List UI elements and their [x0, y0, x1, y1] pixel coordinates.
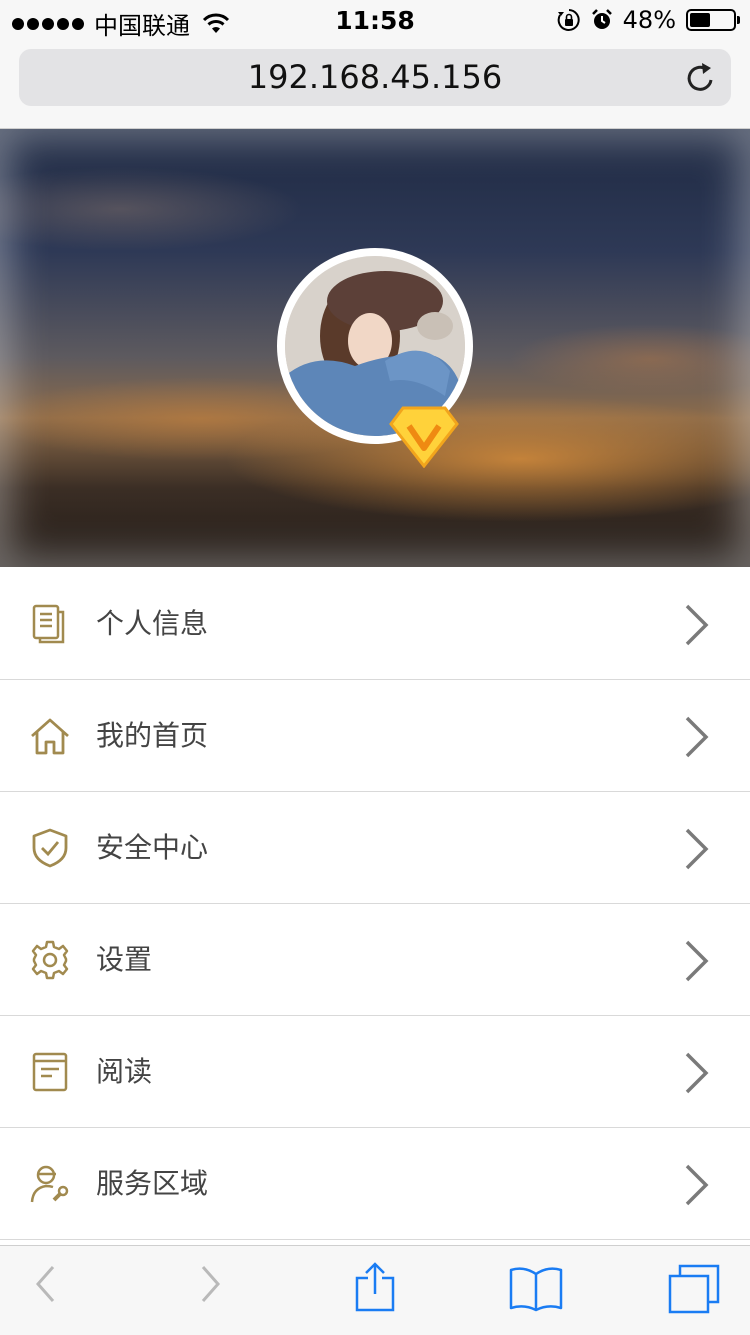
tabs-icon[interactable] [668, 1264, 720, 1314]
vip-diamond-icon [389, 406, 459, 468]
browser-toolbar [0, 1245, 750, 1335]
book-icon [32, 1052, 68, 1092]
menu-item-label: 我的首页 [96, 719, 209, 752]
address-bar[interactable]: 192.168.45.156 [19, 49, 731, 106]
browser-address-area: 192.168.45.156 [0, 40, 750, 129]
menu-item-label: 设置 [96, 943, 153, 976]
shield-check-icon [32, 828, 68, 868]
chevron-right-icon [685, 940, 709, 982]
menu-list: 个人信息 我的首页 安全中心 设置 阅读 服务区域 [0, 568, 750, 1240]
menu-item-security-center[interactable]: 安全中心 [0, 792, 750, 904]
url-text: 192.168.45.156 [247, 58, 503, 96]
profile-header [0, 129, 750, 567]
avatar[interactable] [285, 256, 465, 436]
user-wrench-icon [30, 1165, 69, 1203]
reload-icon[interactable] [685, 60, 717, 94]
chevron-right-icon [685, 604, 709, 646]
menu-item-label: 阅读 [96, 1055, 153, 1088]
home-icon [31, 718, 69, 755]
rotation-lock-icon [557, 9, 580, 31]
battery-percent: 48% [622, 6, 676, 34]
share-icon[interactable] [355, 1262, 395, 1312]
gear-icon [31, 940, 69, 980]
alarm-icon [591, 9, 612, 29]
chevron-right-icon [685, 716, 709, 758]
document-icon [32, 604, 65, 644]
bookmarks-icon[interactable] [509, 1266, 563, 1312]
menu-item-reading[interactable]: 阅读 [0, 1016, 750, 1128]
battery-icon [686, 9, 740, 31]
menu-item-my-homepage[interactable]: 我的首页 [0, 680, 750, 792]
back-icon[interactable] [34, 1264, 56, 1304]
menu-item-label: 安全中心 [96, 831, 209, 864]
chevron-right-icon [685, 1164, 709, 1206]
battery-fill [690, 13, 711, 27]
menu-item-label: 服务区域 [96, 1167, 209, 1200]
menu-item-personal-info[interactable]: 个人信息 [0, 568, 750, 680]
menu-item-label: 个人信息 [96, 607, 209, 640]
chevron-right-icon [685, 1052, 709, 1094]
menu-item-service-area[interactable]: 服务区域 [0, 1128, 750, 1240]
chevron-right-icon [685, 828, 709, 870]
avatar-photo [285, 256, 465, 436]
status-right: 48% [557, 6, 740, 34]
status-bar: 中国联通 11:58 48% [0, 0, 750, 40]
menu-item-settings[interactable]: 设置 [0, 904, 750, 1016]
forward-icon[interactable] [200, 1264, 222, 1304]
avatar-ring[interactable] [277, 248, 473, 444]
